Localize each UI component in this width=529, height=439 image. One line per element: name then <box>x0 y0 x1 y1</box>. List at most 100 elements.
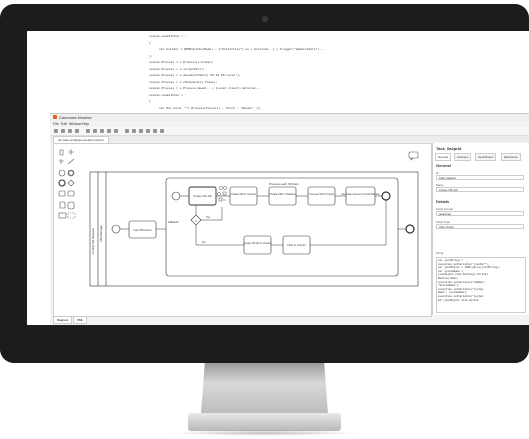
task-label: Connect VM to Cloud <box>309 192 334 196</box>
run-icon[interactable] <box>160 129 164 133</box>
start-event[interactable] <box>111 224 121 234</box>
code-line: }; <box>149 54 153 58</box>
lasso-tool-icon[interactable] <box>68 149 74 155</box>
tool-palette <box>58 149 76 219</box>
task-create-vm-vcenter[interactable]: Create VM in vCenter <box>229 186 258 206</box>
paste-icon[interactable] <box>114 129 118 133</box>
code-editor[interactable]: column.commitChar = ' { var builder = BPMN… <box>27 31 529 113</box>
code-line: column.commitChar = ' <box>149 35 187 38</box>
code-line: column.Process = s.Process.Head(...) (Lo… <box>149 87 261 90</box>
name-field[interactable]: Create VM Job <box>436 187 524 192</box>
menu-item-file[interactable]: File <box>53 122 59 126</box>
menu-item-help[interactable]: Help <box>82 122 89 126</box>
screen: column.commitChar = ' { var builder = BPMN… <box>27 31 529 325</box>
tab-xml[interactable]: XML <box>73 316 88 324</box>
task-label: Associate vCenter & Cloud Machine <box>341 193 380 196</box>
task-get-vm-items[interactable]: Get VM items <box>128 220 157 239</box>
tab-diagram[interactable]: Diagram <box>53 316 73 324</box>
tab-row: dc-node-configure-via-bpmn.bpmn <box>50 136 529 143</box>
properties-panel: Task_0a2prtd General Listeners Input/Out… <box>432 143 529 315</box>
copy-icon[interactable] <box>107 129 111 133</box>
subprocess-icon[interactable] <box>67 190 75 197</box>
code-line: { <box>149 41 151 45</box>
pool-icon[interactable] <box>58 212 67 219</box>
code-line: column.commitChar = ' <box>149 93 187 97</box>
settings-icon[interactable] <box>146 129 150 133</box>
redo-icon[interactable] <box>93 129 97 133</box>
properties-tabs: General Listeners Input/Output Extension… <box>435 153 529 161</box>
menu-item-window[interactable]: Window <box>69 122 81 126</box>
gateway-icon[interactable] <box>67 179 75 187</box>
zoom-icon[interactable] <box>139 129 143 133</box>
script-line: Id",jsonObject.item.System <box>438 298 479 302</box>
task-connect-vm-cloud[interactable]: Connect VM to Cloud <box>307 186 336 206</box>
start-event-icon[interactable] <box>58 169 66 177</box>
lane-label: VM Manager <box>99 225 103 242</box>
menu-item-edit[interactable]: Edit <box>61 122 67 126</box>
gateway-question-label: Fallback? <box>168 220 180 224</box>
task-create-vm-job[interactable]: Create VM Job <box>188 186 217 206</box>
task-label: Create VM job for vCenter <box>244 242 272 245</box>
bottom-tabs: Diagram XML <box>53 316 253 324</box>
task-label: Push to vCenter <box>287 243 306 247</box>
monitor-base <box>188 413 341 431</box>
task-label: Get VM items <box>133 228 152 232</box>
flow-label-no: No <box>202 240 206 244</box>
task-associate-vcenter-cloud[interactable]: Associate vCenter & Cloud Machine <box>341 186 380 206</box>
space-tool-icon[interactable] <box>59 159 64 164</box>
pool-label: Config VM Request <box>91 228 95 254</box>
tab-general[interactable]: General <box>435 153 451 161</box>
script-type-select[interactable]: Inline Script <box>436 224 524 229</box>
modeler-window: Camunda Modeler File Edit Window Help dc… <box>50 113 529 325</box>
hand-tool-icon[interactable] <box>59 149 64 156</box>
data-store-icon[interactable] <box>67 201 75 210</box>
task-create-vm-job-vcenter[interactable]: Create VM job for vCenter <box>244 235 272 255</box>
tab-listeners[interactable]: Listeners <box>454 153 472 161</box>
tab-extensions[interactable]: Extensions <box>501 153 521 161</box>
flow-label-yes: Yes <box>206 215 211 219</box>
undo-icon[interactable] <box>86 129 90 133</box>
cut-icon[interactable] <box>100 129 104 133</box>
group-icon[interactable] <box>67 212 76 219</box>
task-icon[interactable] <box>58 190 66 197</box>
code-line: var builder = BPMN(buttonMode) — {"Activ… <box>159 48 325 51</box>
title-bar: Camunda Modeler <box>50 114 529 121</box>
new-file-icon[interactable] <box>54 129 58 133</box>
code-line: column.Process = s.documentTable('16:32 … <box>149 74 241 77</box>
code-line: var Ok(.hold, "").Process(Process) ; fet… <box>159 106 262 110</box>
monitor-stand <box>201 363 328 413</box>
task-label: Create VM in VSphere <box>270 192 297 196</box>
code-line: column.Process = s.scriptPart); <box>149 67 205 71</box>
toolbar <box>50 127 529 136</box>
distribute-icon[interactable] <box>132 129 136 133</box>
window-title: Camunda Modeler <box>59 115 92 120</box>
section-general: General <box>436 163 451 168</box>
script-format-field[interactable]: javascript <box>436 211 524 216</box>
subprocess-end-event[interactable] <box>381 191 391 201</box>
app-icon <box>53 115 57 119</box>
webcam <box>262 16 268 22</box>
deploy-icon[interactable] <box>153 129 157 133</box>
align-icon[interactable] <box>125 129 129 133</box>
code-line: column.Process = s.Process(s.Frame); <box>149 61 214 64</box>
section-details: Details <box>436 199 450 204</box>
subprocess-start-event[interactable] <box>171 191 181 201</box>
save-as-icon[interactable] <box>75 129 79 133</box>
tab-input-output[interactable]: Input/Output <box>475 153 497 161</box>
script-textarea[interactable]: var jsonString = execution.getVariable("… <box>436 257 526 313</box>
task-push-to-vcenter[interactable]: Push to vCenter <box>282 235 311 255</box>
end-event[interactable] <box>405 224 415 234</box>
tab-diagram-file[interactable]: dc-node-configure-via-bpmn.bpmn <box>53 136 109 143</box>
monitor-chin <box>0 325 529 363</box>
task-label: Create VM Job <box>193 194 212 198</box>
connect-tool-icon[interactable] <box>67 158 75 165</box>
task-create-vm-vsphere[interactable]: Create VM in VSphere <box>268 186 297 206</box>
comments-icon[interactable] <box>408 151 419 161</box>
open-icon[interactable] <box>61 129 65 133</box>
code-line: { <box>149 100 151 103</box>
id-field[interactable]: Task_0a2prtd <box>436 175 524 180</box>
save-icon[interactable] <box>68 129 72 133</box>
data-object-icon[interactable] <box>59 201 66 209</box>
bpmn-canvas[interactable]: Config VM Request VM Manager Get VM item… <box>53 143 432 317</box>
end-event-icon[interactable] <box>58 179 66 187</box>
